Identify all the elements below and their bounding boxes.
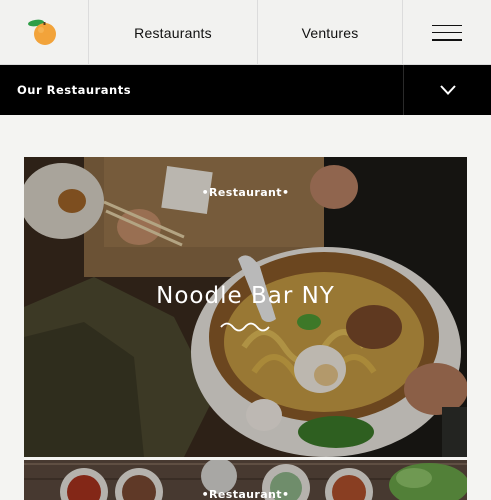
card-category-label: •Restaurant• [201,488,290,500]
hamburger-menu-icon [432,24,462,41]
chevron-down-icon [439,85,456,95]
logo-link[interactable] [0,0,89,65]
nav-item-label: Ventures [301,24,359,41]
nav-item-ventures[interactable]: Ventures [258,0,403,65]
restaurant-card[interactable]: •Restaurant• Noodle Bar NY [24,157,467,457]
card-category-label: •Restaurant• [201,186,290,199]
restaurants-dropdown-bar: Our Restaurants [0,65,491,115]
top-navigation: Restaurants Ventures [0,0,491,65]
menu-button[interactable] [403,0,491,65]
orange-fruit-icon [28,19,56,45]
restaurant-card[interactable]: •Restaurant• [24,460,467,500]
nav-item-label: Restaurants [134,24,212,41]
card-title: Noodle Bar NY [156,283,335,309]
wave-divider-icon [220,322,270,332]
nav-item-restaurants[interactable]: Restaurants [89,0,258,65]
dropdown-title[interactable]: Our Restaurants [0,65,403,115]
dropdown-toggle-button[interactable] [403,65,491,115]
